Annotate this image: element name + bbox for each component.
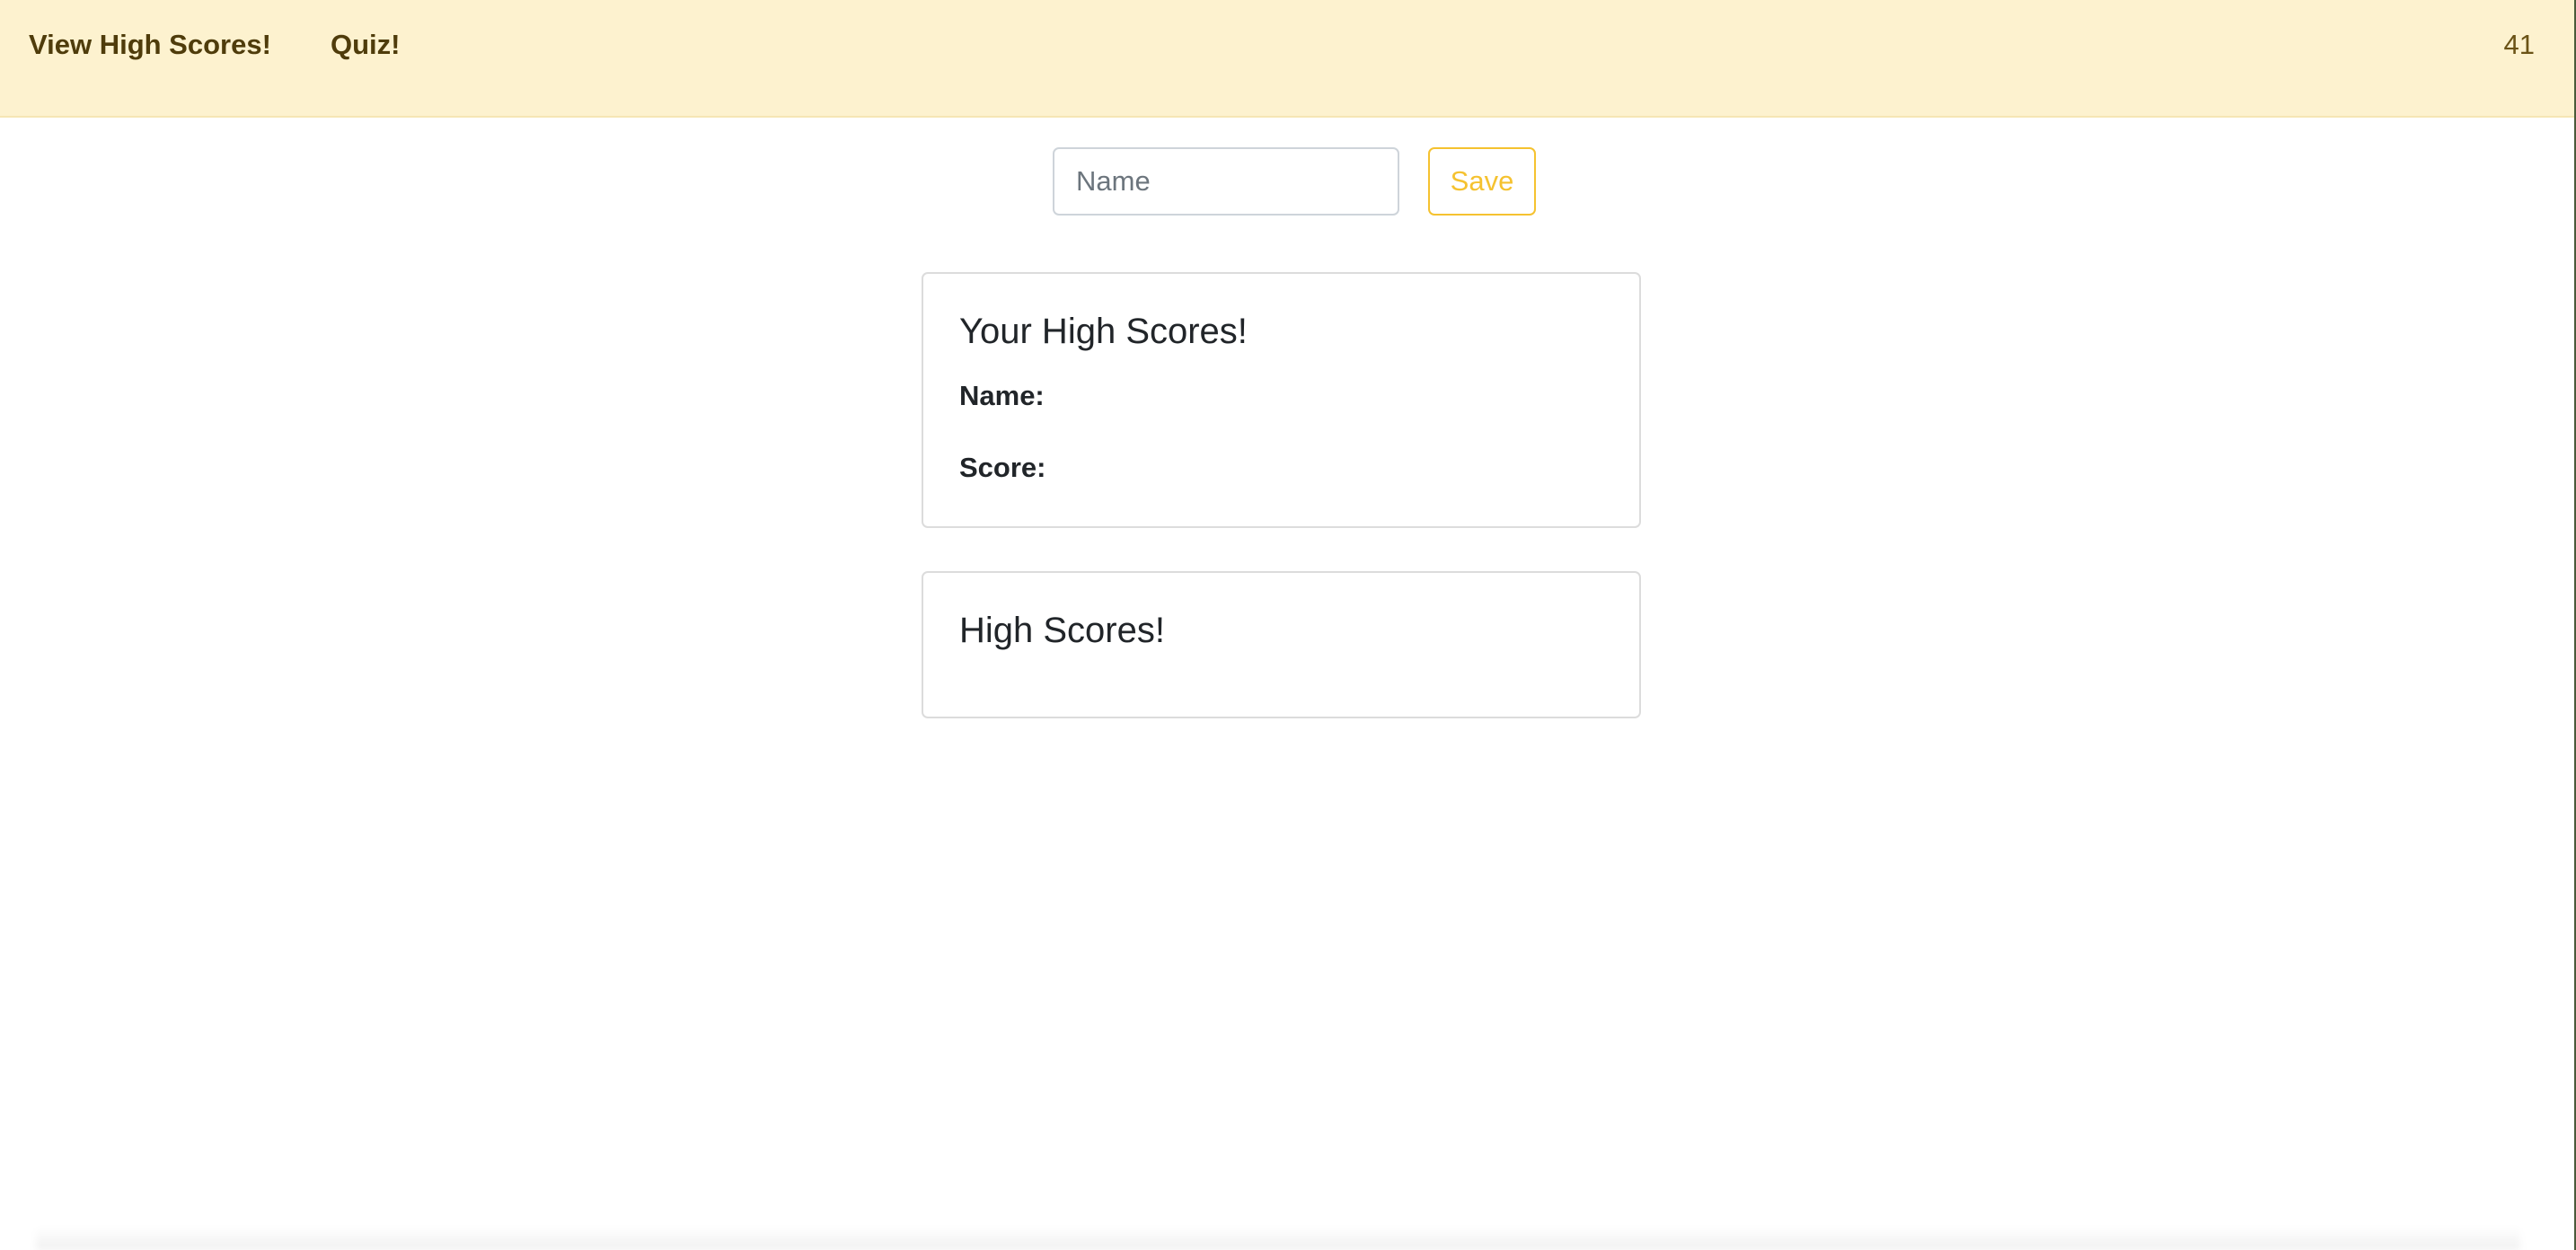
name-input[interactable] — [1053, 147, 1399, 216]
timer-display: 41 — [2503, 29, 2535, 60]
your-high-scores-card: Your High Scores! Name: Score: — [922, 272, 1641, 528]
your-high-scores-title: Your High Scores! — [959, 312, 1248, 351]
quiz-page: View High Scores! Quiz! 41 Save Your Hig… — [0, 0, 2574, 1250]
high-scores-card: High Scores! — [922, 571, 1641, 718]
quiz-link[interactable]: Quiz! — [331, 27, 401, 63]
high-scores-title: High Scores! — [959, 611, 1165, 650]
view-high-scores-link[interactable]: View High Scores! — [29, 27, 271, 63]
your-name-label: Name: — [959, 380, 1045, 411]
bottom-shadow — [36, 1227, 2520, 1250]
browser-viewport: View High Scores! Quiz! 41 Save Your Hig… — [0, 0, 2576, 1250]
navbar: View High Scores! Quiz! 41 — [0, 0, 2574, 118]
save-button[interactable]: Save — [1428, 147, 1536, 216]
your-score-label: Score: — [959, 452, 1046, 483]
